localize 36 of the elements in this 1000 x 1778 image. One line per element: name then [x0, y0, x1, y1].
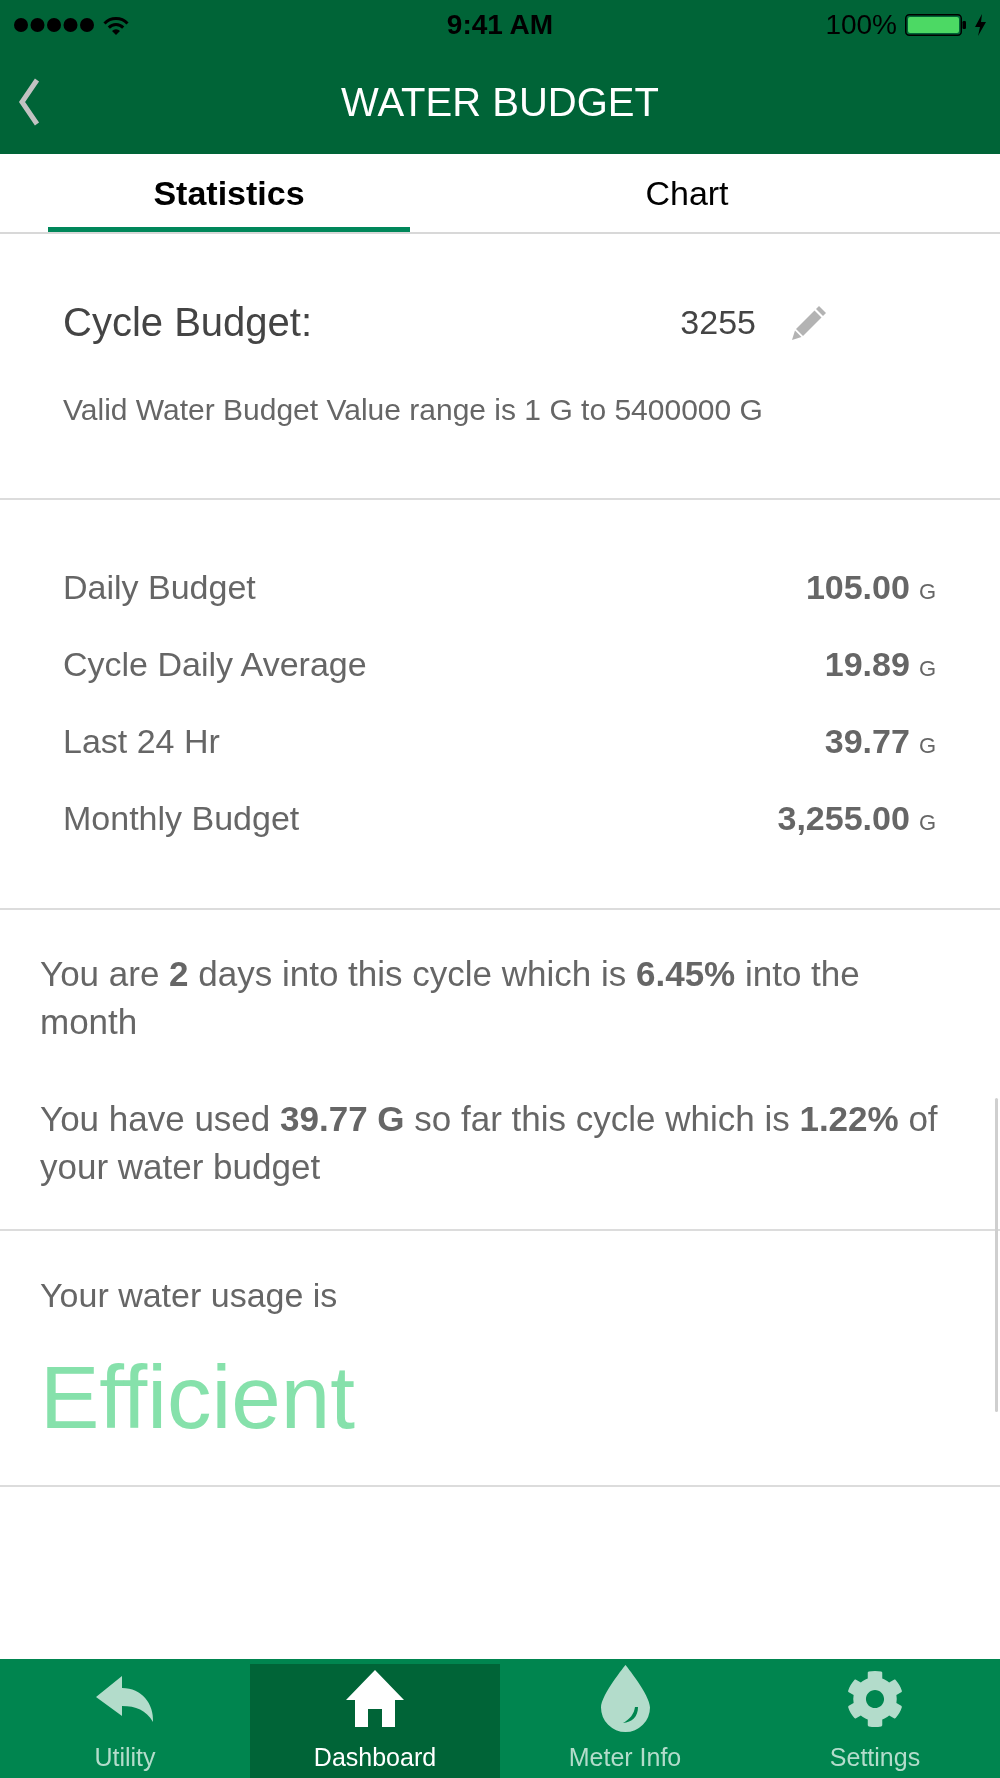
stat-unit: G: [918, 580, 936, 603]
stat-value: 105.00: [805, 569, 910, 604]
pencil-icon: [792, 304, 827, 340]
stat-value: 39.77: [824, 723, 910, 758]
chevron-left-icon: [18, 78, 40, 126]
stat-label: Last 24 Hr: [63, 723, 220, 758]
stat-unit: G: [918, 811, 936, 834]
house-icon: [346, 1670, 404, 1727]
bottom-tab[interactable]: Dashboard: [250, 1664, 500, 1778]
stat-unit: G: [918, 734, 936, 757]
water-drop-icon: [600, 1665, 650, 1732]
stat-unit: G: [918, 657, 936, 680]
stat-value: 19.89: [824, 646, 910, 681]
stat-value: 3,255.00: [777, 800, 910, 835]
usage-label: Your water usage is: [40, 1275, 339, 1315]
settings-icon: [846, 1669, 904, 1728]
segment-tab[interactable]: Chart: [506, 154, 868, 232]
status-time: 9:41 AM: [446, 11, 554, 39]
stat-label: Daily Budget: [63, 569, 256, 604]
back-button[interactable]: [16, 76, 42, 128]
battery-icon: [905, 14, 967, 36]
battery-percent: 100%: [825, 11, 897, 39]
signal-icon: [14, 18, 94, 32]
reply-arrow-icon: [96, 1675, 154, 1722]
cycle-budget-label: Cycle Budget:: [63, 302, 314, 342]
wifi-icon: [103, 15, 129, 35]
summary-text: You have used 39.77 G so far this cycle which is 1.22% of your water budget: [40, 1098, 939, 1188]
segment-tab[interactable]: Statistics: [48, 154, 410, 232]
cycle-budget-value: 3255: [680, 305, 756, 339]
budget-range-hint: Valid Water Budget Value range is 1 G to 5400000 G: [62, 392, 764, 428]
charging-bolt-icon: [975, 14, 986, 36]
usage-rating: Efficient: [40, 1347, 356, 1447]
stat-label: Cycle Daily Average: [63, 646, 367, 681]
summary-text: You are 2 days into this cycle which is 6.45% into the month: [40, 953, 861, 1043]
stat-label: Monthly Budget: [63, 800, 300, 835]
page-title: WATER BUDGET: [341, 82, 659, 122]
